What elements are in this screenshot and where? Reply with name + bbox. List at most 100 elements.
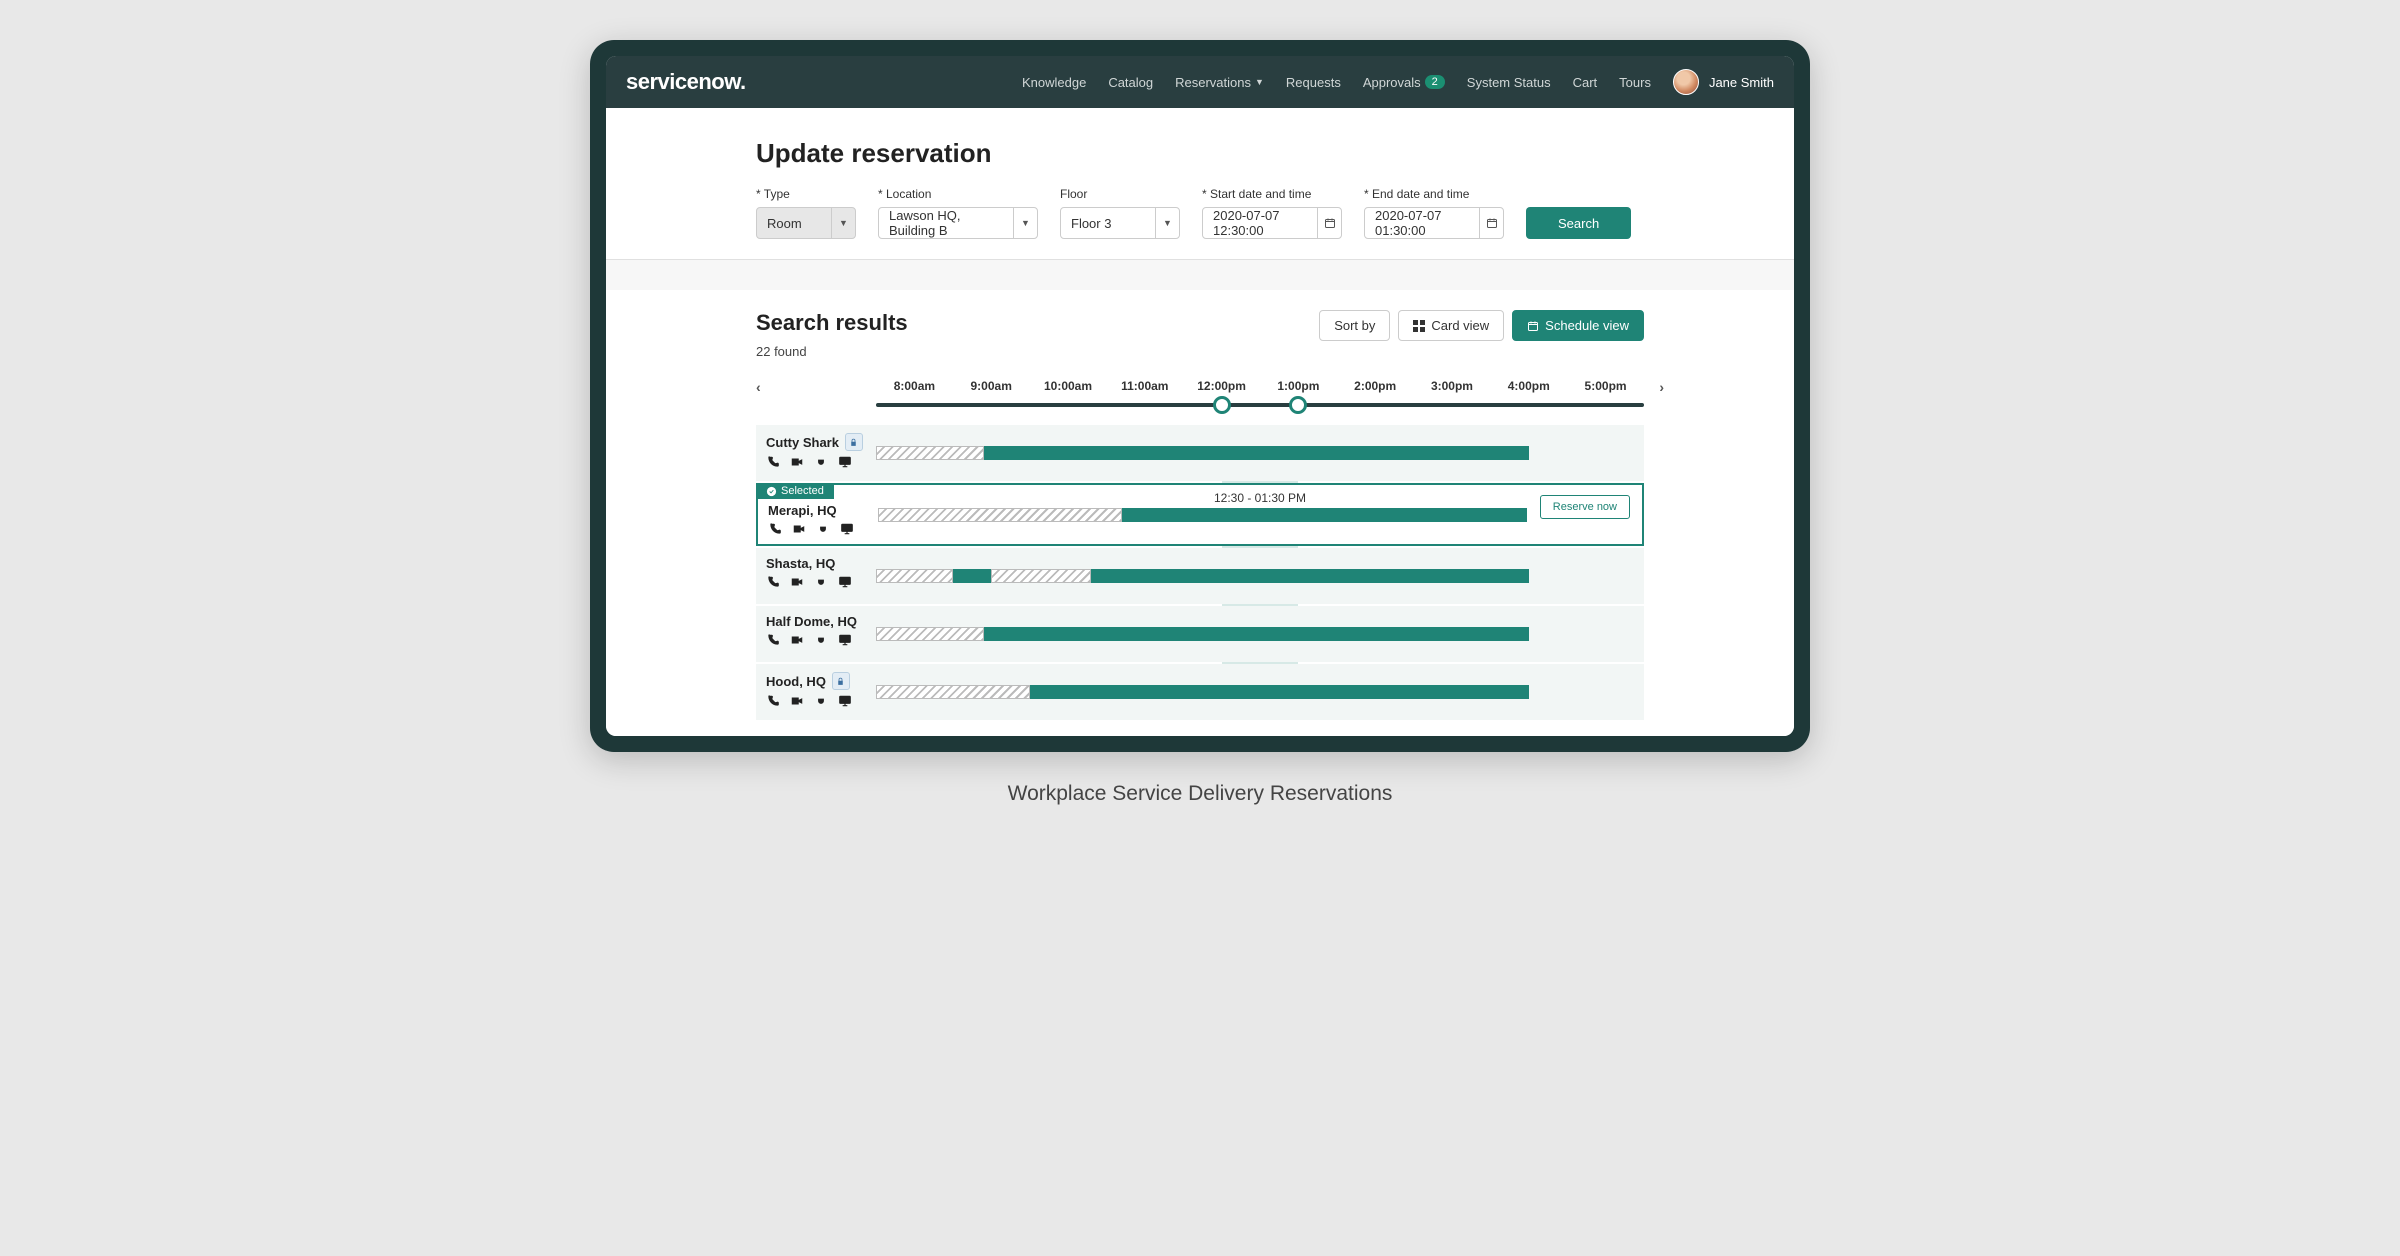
timeline-track bbox=[876, 403, 1644, 407]
unavailable-bar bbox=[876, 446, 984, 460]
time-label: 4:00pm bbox=[1490, 379, 1567, 393]
amenities bbox=[768, 522, 868, 536]
nav-knowledge[interactable]: Knowledge bbox=[1022, 75, 1086, 90]
end-label: * End date and time bbox=[1364, 187, 1504, 201]
room-name: Hood, HQ bbox=[766, 672, 866, 690]
floor-group: Floor Floor 3 ▼ bbox=[1060, 187, 1180, 239]
chevron-down-icon: ▼ bbox=[831, 208, 855, 238]
room-row[interactable]: Half Dome, HQ bbox=[756, 606, 1644, 662]
available-bar bbox=[1122, 508, 1527, 522]
user-area[interactable]: Jane Smith bbox=[1673, 69, 1774, 95]
floor-select[interactable]: Floor 3 ▼ bbox=[1060, 207, 1180, 239]
nav-approvals-label: Approvals bbox=[1363, 75, 1421, 90]
room-row[interactable]: Shasta, HQ bbox=[756, 548, 1644, 604]
location-group: * Location Lawson HQ, Building B ▼ bbox=[878, 187, 1038, 239]
chevron-down-icon: ▼ bbox=[1255, 77, 1264, 87]
video-icon bbox=[790, 575, 804, 589]
screen: servicenow. Knowledge Catalog Reservatio… bbox=[606, 56, 1794, 736]
type-select[interactable]: Room ▼ bbox=[756, 207, 856, 239]
unavailable-bar bbox=[878, 508, 1122, 522]
timeline: ‹ 8:00am9:00am10:00am11:00am12:00pm1:00p… bbox=[756, 379, 1644, 720]
calendar-icon[interactable] bbox=[1317, 208, 1341, 238]
nav-cart[interactable]: Cart bbox=[1573, 75, 1598, 90]
calendar-icon[interactable] bbox=[1479, 208, 1503, 238]
schedule-view-label: Schedule view bbox=[1545, 318, 1629, 333]
sort-by-button[interactable]: Sort by bbox=[1319, 310, 1390, 341]
room-row[interactable]: Cutty Shark bbox=[756, 425, 1644, 481]
results-title: Search results bbox=[756, 310, 908, 336]
end-input[interactable]: 2020-07-07 01:30:00 bbox=[1364, 207, 1504, 239]
timeline-prev-button[interactable]: ‹ bbox=[756, 379, 761, 395]
amenities bbox=[766, 694, 866, 708]
room-name: Shasta, HQ bbox=[766, 556, 866, 571]
reserve-now-button[interactable]: Reserve now bbox=[1540, 495, 1630, 519]
type-group: * Type Room ▼ bbox=[756, 187, 856, 239]
amenities bbox=[766, 455, 866, 469]
nav-reservations[interactable]: Reservations ▼ bbox=[1175, 75, 1264, 90]
slider-handle-end[interactable] bbox=[1289, 396, 1307, 414]
plug-icon bbox=[814, 455, 828, 469]
nav-system-status[interactable]: System Status bbox=[1467, 75, 1551, 90]
room-name: Half Dome, HQ bbox=[766, 614, 866, 629]
device-frame: servicenow. Knowledge Catalog Reservatio… bbox=[590, 40, 1810, 752]
time-labels: 8:00am9:00am10:00am11:00am12:00pm1:00pm2… bbox=[876, 379, 1644, 393]
nav-approvals[interactable]: Approvals 2 bbox=[1363, 75, 1445, 90]
type-value: Room bbox=[757, 208, 831, 238]
start-group: * Start date and time 2020-07-07 12:30:0… bbox=[1202, 187, 1342, 239]
lock-icon bbox=[832, 672, 850, 690]
video-icon bbox=[790, 455, 804, 469]
lock-icon bbox=[845, 433, 863, 451]
available-bar bbox=[984, 627, 1529, 641]
room-row[interactable]: Selected Merapi, HQ 12:30 - 01:30 PMRese… bbox=[756, 483, 1644, 546]
search-button[interactable]: Search bbox=[1526, 207, 1631, 239]
available-bar bbox=[953, 569, 991, 583]
time-label: 3:00pm bbox=[1414, 379, 1491, 393]
room-row[interactable]: Hood, HQ bbox=[756, 664, 1644, 720]
monitor-icon bbox=[838, 694, 852, 708]
time-label: 11:00am bbox=[1106, 379, 1183, 393]
phone-icon bbox=[766, 694, 780, 708]
nav-requests[interactable]: Requests bbox=[1286, 75, 1341, 90]
time-label: 8:00am bbox=[876, 379, 953, 393]
time-label: 10:00am bbox=[1030, 379, 1107, 393]
username: Jane Smith bbox=[1709, 75, 1774, 90]
amenities bbox=[766, 575, 866, 589]
location-select[interactable]: Lawson HQ, Building B ▼ bbox=[878, 207, 1038, 239]
schedule-view-button[interactable]: Schedule view bbox=[1512, 310, 1644, 341]
chevron-down-icon: ▼ bbox=[1013, 208, 1037, 238]
phone-icon bbox=[768, 522, 782, 536]
timeline-next-button[interactable]: › bbox=[1659, 379, 1664, 395]
start-input[interactable]: 2020-07-07 12:30:00 bbox=[1202, 207, 1342, 239]
plug-icon bbox=[816, 522, 830, 536]
amenities bbox=[766, 633, 866, 647]
room-name: Cutty Shark bbox=[766, 433, 866, 451]
card-view-button[interactable]: Card view bbox=[1398, 310, 1504, 341]
room-info: Shasta, HQ bbox=[756, 548, 876, 604]
room-timeline bbox=[876, 425, 1644, 481]
slider-handle-start[interactable] bbox=[1213, 396, 1231, 414]
phone-icon bbox=[766, 633, 780, 647]
nav-tours[interactable]: Tours bbox=[1619, 75, 1651, 90]
unavailable-bar bbox=[991, 569, 1091, 583]
monitor-icon bbox=[840, 522, 854, 536]
video-icon bbox=[790, 694, 804, 708]
time-label: 1:00pm bbox=[1260, 379, 1337, 393]
room-info: Hood, HQ bbox=[756, 664, 876, 720]
results-count: 22 found bbox=[756, 344, 908, 359]
nav-reservations-label: Reservations bbox=[1175, 75, 1251, 90]
nav-catalog[interactable]: Catalog bbox=[1108, 75, 1153, 90]
time-label: 5:00pm bbox=[1567, 379, 1644, 393]
room-info: Half Dome, HQ bbox=[756, 606, 876, 662]
reservation-time: 12:30 - 01:30 PM bbox=[1214, 491, 1306, 505]
start-value: 2020-07-07 12:30:00 bbox=[1203, 208, 1317, 238]
time-label: 12:00pm bbox=[1183, 379, 1260, 393]
plug-icon bbox=[814, 633, 828, 647]
room-name: Merapi, HQ bbox=[768, 503, 868, 518]
time-label: 2:00pm bbox=[1337, 379, 1414, 393]
room-timeline: 12:30 - 01:30 PM Reserve now bbox=[878, 485, 1642, 544]
time-label: 9:00am bbox=[953, 379, 1030, 393]
room-info: Merapi, HQ bbox=[758, 485, 878, 544]
unavailable-bar bbox=[876, 627, 984, 641]
video-icon bbox=[790, 633, 804, 647]
avatar bbox=[1673, 69, 1699, 95]
